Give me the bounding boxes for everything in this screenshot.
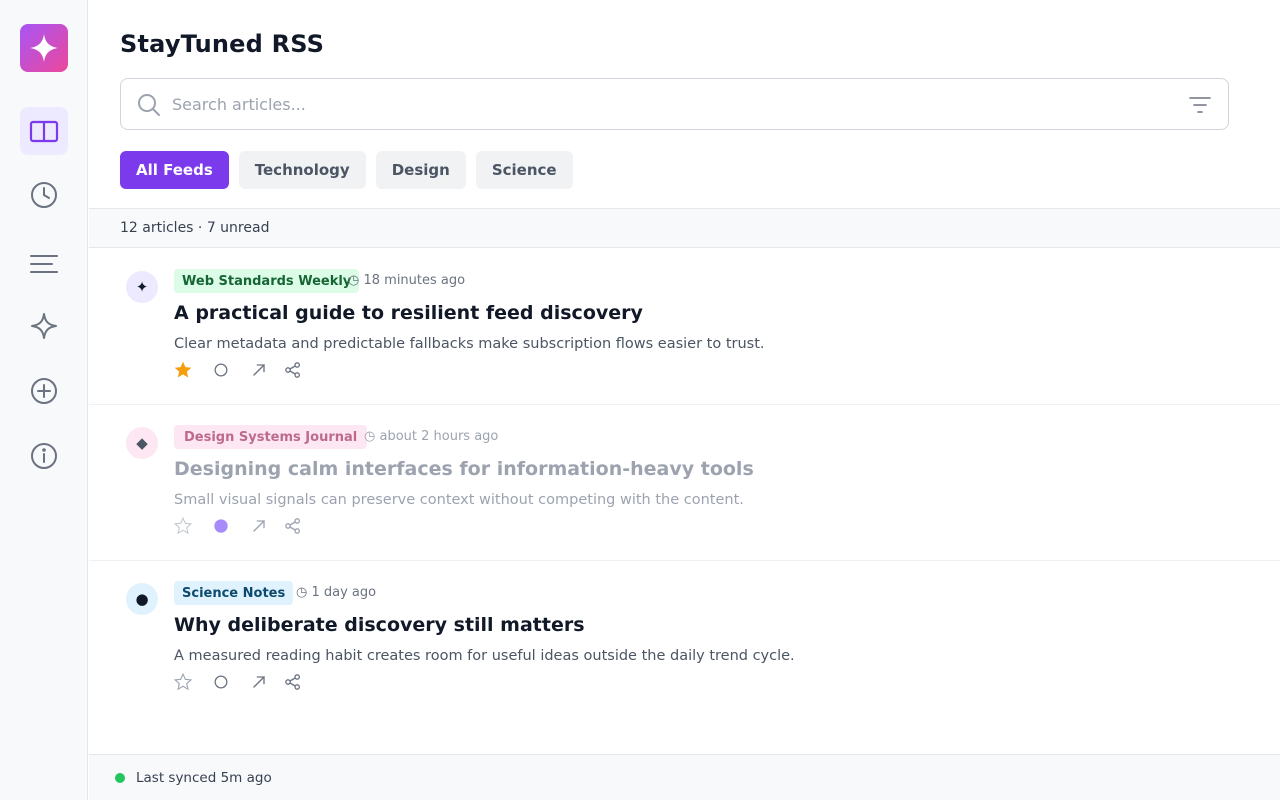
arrow-up-right-icon [253,520,265,532]
share-icon [285,362,300,378]
article-title[interactable]: Why deliberate discovery still matters [174,614,585,636]
open-external-button[interactable] [248,359,270,381]
feed-badge[interactable]: Design Systems Journal [174,425,368,449]
feed-badge[interactable]: Web Standards Weekly [174,269,360,293]
sidebar-item-add[interactable] [20,367,68,415]
star-button[interactable] [172,671,194,693]
feed-avatar: ◆ [126,427,158,459]
main-content: StayTuned RSS All Feeds Technology Desig… [89,0,1280,800]
article-summary: Clear metadata and predictable fallbacks… [174,336,765,352]
arrow-up-right-icon [253,676,265,688]
article-item[interactable]: ● Science Notes ◷ 1 day ago Why delibera… [89,561,1280,717]
filter-technology[interactable]: Technology [238,151,366,189]
sidebar-item-list[interactable] [20,240,68,288]
star-outline-icon [173,672,193,691]
info-icon [31,443,57,469]
page-title: StayTuned RSS [120,30,325,58]
mark-read-button[interactable] [210,671,232,693]
filter-design[interactable]: Design [375,151,466,189]
circle-outline-icon [214,675,228,689]
feed-filter-tabs: All Feeds Technology Design Science [120,151,573,189]
article-summary: Small visual signals can preserve contex… [174,492,744,508]
search-bar [120,78,1229,130]
star-outline-icon [173,516,193,535]
open-external-button[interactable] [248,515,270,537]
article-count: 12 articles · 7 unread [120,220,270,236]
arrow-up-right-icon [253,364,265,376]
share-icon [285,518,300,534]
article-actions [172,515,314,537]
article-time: ◷ about 2 hours ago [364,429,499,444]
article-title[interactable]: Designing calm interfaces for informatio… [174,458,754,480]
sidebar-item-reader[interactable] [20,107,68,155]
sync-status-text: Last synced 5m ago [136,770,272,786]
share-icon [285,674,300,690]
filter-icon[interactable] [1188,93,1212,117]
clock-icon [31,182,57,208]
sidebar-item-recent[interactable] [20,171,68,219]
status-bar: Last synced 5m ago [89,754,1280,800]
mark-unread-button[interactable] [210,515,232,537]
article-item[interactable]: ◆ Design Systems Journal ◷ about 2 hours… [89,405,1280,561]
share-button[interactable] [282,671,304,693]
circle-filled-icon [214,519,228,533]
feed-avatar: ✦ [126,271,158,303]
article-actions [172,671,314,693]
app-logo[interactable] [20,24,68,72]
search-input[interactable] [172,80,1172,128]
article-time: ◷ 1 day ago [296,585,377,600]
article-title[interactable]: A practical guide to resilient feed disc… [174,302,643,324]
menu-lines-icon [30,255,58,273]
search-icon [138,94,160,116]
article-item[interactable]: ✦ Web Standards Weekly ◷ 18 minutes ago … [89,249,1280,405]
sidebar-item-discover[interactable] [20,302,68,350]
feed-badge[interactable]: Science Notes [174,581,294,605]
article-count-bar: 12 articles · 7 unread [89,208,1280,248]
share-button[interactable] [282,359,304,381]
star-button[interactable] [172,359,194,381]
feed-avatar: ● [126,583,158,615]
plus-circle-icon [31,378,57,404]
circle-outline-icon [214,363,228,377]
sidebar [0,0,88,800]
article-actions [174,359,314,381]
open-external-button[interactable] [248,671,270,693]
mark-read-button[interactable] [210,359,232,381]
sparkle-logo-icon [30,34,58,62]
book-open-icon [29,120,59,143]
share-button[interactable] [282,515,304,537]
filter-all-feeds[interactable]: All Feeds [120,151,229,189]
star-button[interactable] [172,515,194,537]
sparkle-icon [31,313,57,339]
sync-status-dot [115,773,125,783]
sidebar-item-about[interactable] [20,432,68,480]
article-summary: A measured reading habit creates room fo… [174,648,795,664]
article-time: ◷ 18 minutes ago [348,273,466,288]
star-filled-icon [174,361,192,378]
filter-science[interactable]: Science [475,151,573,189]
